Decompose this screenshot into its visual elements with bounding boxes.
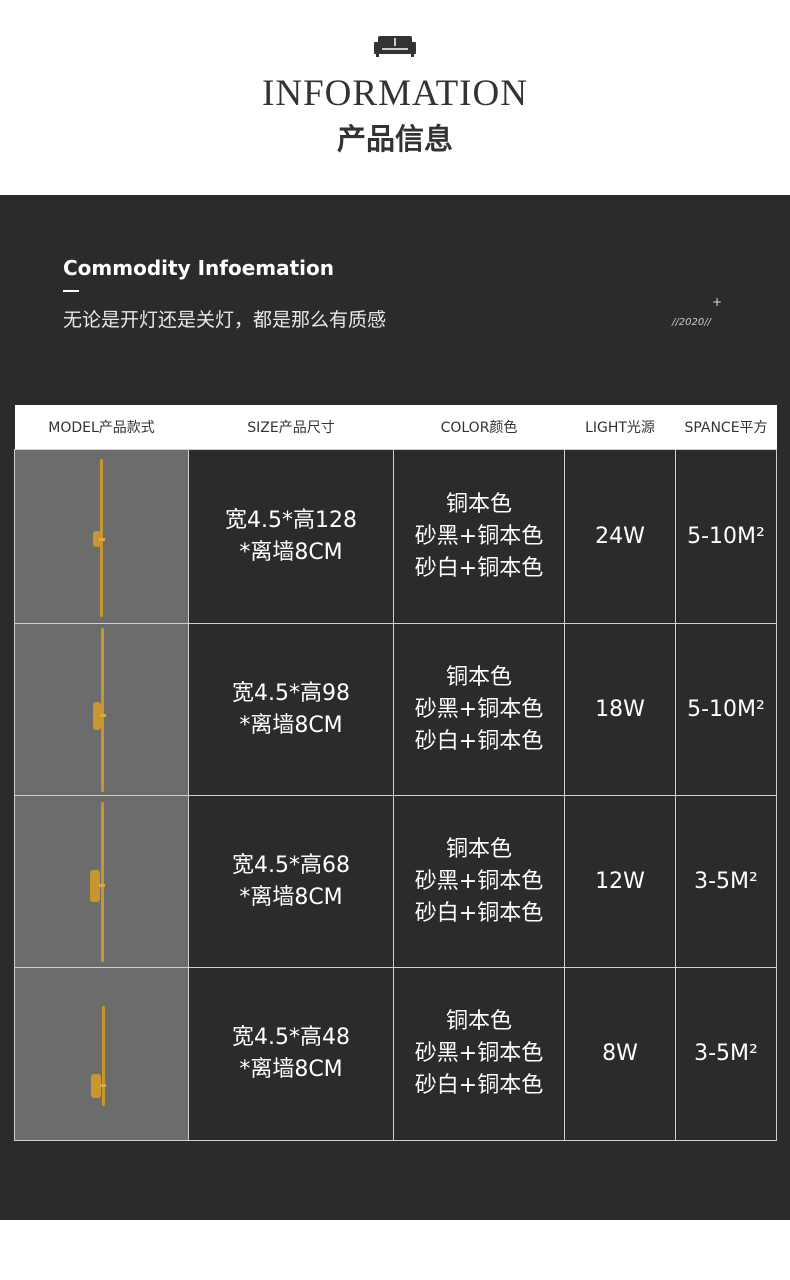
product-image — [14, 623, 189, 796]
size-cell: 宽4.5*高128 *离墙8CM — [188, 449, 394, 624]
size-cell: 宽4.5*高98 *离墙8CM — [188, 623, 394, 796]
size-line2: *离墙8CM — [239, 884, 343, 910]
color-option: 砂白+铜本色 — [414, 1073, 544, 1098]
color-option: 铜本色 — [445, 664, 512, 690]
header-space: SPANCE平方 — [675, 405, 777, 450]
size-line1: 宽4.5*高68 — [232, 852, 350, 878]
space-cell: 5-10M² — [675, 623, 777, 796]
color-option: 砂白+铜本色 — [414, 728, 544, 754]
section-title: Commodity Infoemation — [63, 256, 334, 280]
color-option: 砂黑+铜本色 — [414, 523, 544, 549]
product-image — [14, 795, 189, 968]
lamp-illustration — [89, 1006, 113, 1106]
size-line1: 宽4.5*高128 — [225, 507, 357, 533]
size-line2: *离墙8CM — [239, 712, 343, 738]
size-cell: 宽4.5*高68 *离墙8CM — [188, 795, 394, 968]
title-cn: 产品信息 — [336, 122, 453, 156]
size-cell: 宽4.5*高48 *离墙8CM — [188, 967, 394, 1141]
color-cell: 铜本色 砂黑+铜本色 砂白+铜本色 — [393, 967, 565, 1141]
size-line2: *离墙8CM — [239, 1057, 343, 1082]
table-row: 宽4.5*高68 *离墙8CM 铜本色 砂黑+铜本色 砂白+铜本色 12W 3-… — [14, 795, 777, 968]
color-option: 砂黑+铜本色 — [414, 1041, 544, 1066]
size-line1: 宽4.5*高48 — [232, 1025, 350, 1050]
table-row: 宽4.5*高98 *离墙8CM 铜本色 砂黑+铜本色 砂白+铜本色 18W 5-… — [14, 623, 777, 796]
size-line1: 宽4.5*高98 — [232, 680, 350, 706]
color-option: 砂黑+铜本色 — [414, 868, 544, 894]
space-cell: 3-5M² — [675, 795, 777, 968]
size-line2: *离墙8CM — [239, 539, 343, 565]
year-mark: //2020// — [672, 317, 711, 328]
color-option: 砂白+铜本色 — [414, 900, 544, 926]
header-color: COLOR颜色 — [393, 405, 565, 450]
product-image — [14, 967, 189, 1141]
color-cell: 铜本色 砂黑+铜本色 砂白+铜本色 — [393, 449, 565, 624]
header-model: MODEL产品款式 — [14, 405, 189, 450]
lamp-illustration — [90, 628, 110, 792]
table-header-row: MODEL产品款式 SIZE产品尺寸 COLOR颜色 LIGHT光源 SPANC… — [14, 405, 777, 450]
color-option: 铜本色 — [445, 491, 512, 517]
light-cell: 8W — [564, 967, 676, 1141]
header: INFORMATION 产品信息 — [0, 0, 790, 195]
color-cell: 铜本色 砂黑+铜本色 砂白+铜本色 — [393, 623, 565, 796]
title-dash — [63, 290, 79, 292]
color-cell: 铜本色 砂黑+铜本色 砂白+铜本色 — [393, 795, 565, 968]
table-row: 宽4.5*高48 *离墙8CM 铜本色 砂黑+铜本色 砂白+铜本色 8W 3-5… — [14, 967, 777, 1141]
section-tagline: 无论是开灯还是关灯，都是那么有质感 — [63, 309, 387, 331]
product-image — [14, 449, 189, 624]
light-cell: 24W — [564, 449, 676, 624]
table-row: 宽4.5*高128 *离墙8CM 铜本色 砂黑+铜本色 砂白+铜本色 24W 5… — [14, 449, 777, 624]
header-size: SIZE产品尺寸 — [188, 405, 394, 450]
lamp-illustration — [88, 802, 112, 962]
spec-table: MODEL产品款式 SIZE产品尺寸 COLOR颜色 LIGHT光源 SPANC… — [14, 405, 777, 1141]
light-cell: 18W — [564, 623, 676, 796]
color-option: 砂黑+铜本色 — [414, 696, 544, 722]
color-option: 铜本色 — [445, 836, 512, 862]
space-cell: 5-10M² — [675, 449, 777, 624]
sofa-icon — [374, 36, 416, 57]
lamp-illustration — [90, 459, 110, 617]
color-option: 铜本色 — [445, 1009, 512, 1034]
title-en: INFORMATION — [262, 73, 528, 114]
light-cell: 12W — [564, 795, 676, 968]
header-light: LIGHT光源 — [564, 405, 676, 450]
plus-mark: + — [712, 295, 723, 309]
color-option: 砂白+铜本色 — [414, 555, 544, 581]
space-cell: 3-5M² — [675, 967, 777, 1141]
